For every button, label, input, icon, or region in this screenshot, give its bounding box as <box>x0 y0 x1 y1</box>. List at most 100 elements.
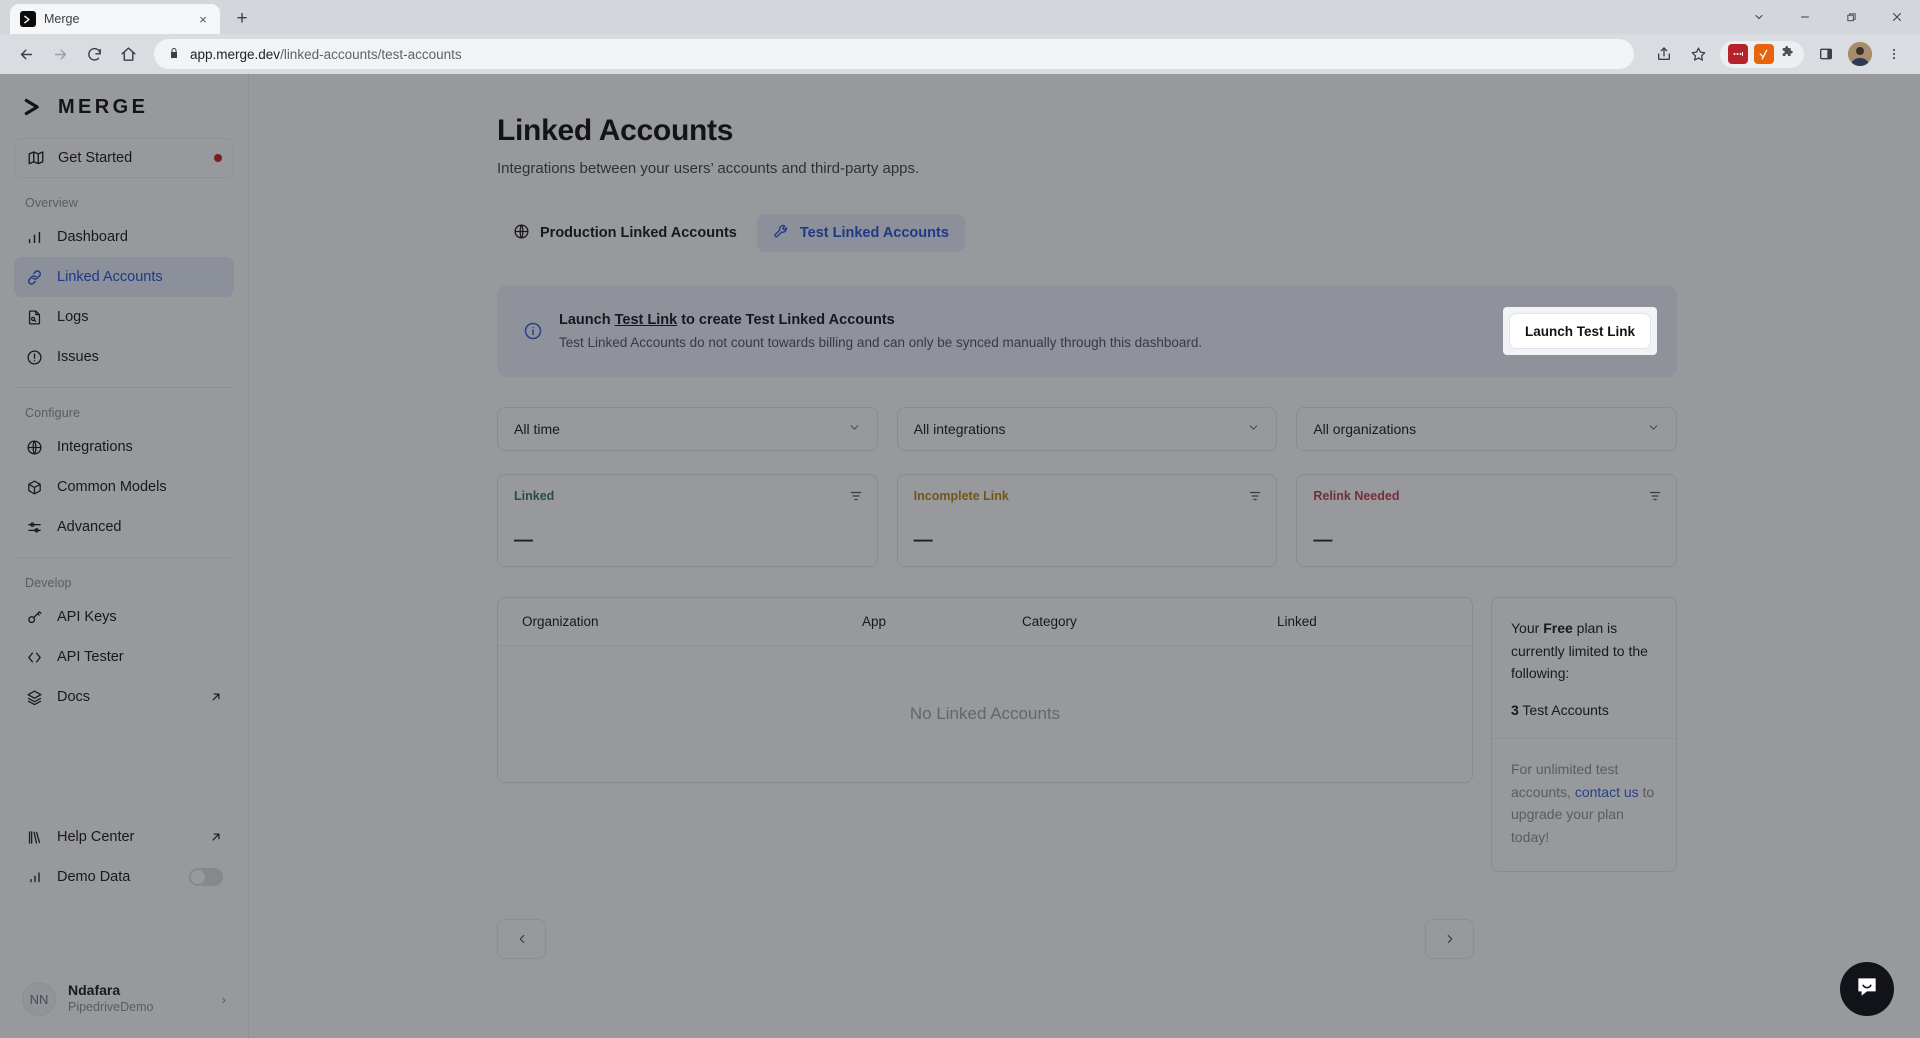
stat-card-relink-needed[interactable]: Relink Needed — <box>1296 474 1677 567</box>
close-icon[interactable]: × <box>194 10 212 28</box>
stat-card-label: Linked <box>514 489 861 503</box>
address-bar[interactable]: app.merge.dev/linked-accounts/test-accou… <box>154 39 1634 69</box>
plan-name: Free <box>1543 620 1573 636</box>
lock-icon <box>168 47 180 62</box>
extension-red[interactable] <box>1728 44 1748 64</box>
stat-card-value: — <box>1313 530 1332 552</box>
page-title: Linked Accounts <box>497 114 1677 148</box>
sidebar-item-logs[interactable]: Logs <box>14 297 234 337</box>
organization-filter-select[interactable]: All organizations <box>1296 407 1677 451</box>
external-link-icon <box>209 690 223 704</box>
plan-upgrade-text: For unlimited test accounts, contact us … <box>1511 739 1657 871</box>
column-header-category[interactable]: Category <box>1022 614 1277 629</box>
sidebar-item-docs[interactable]: Docs <box>14 677 234 717</box>
sidebar-item-api-keys[interactable]: API Keys <box>14 597 234 637</box>
table-empty-state: No Linked Accounts <box>498 646 1472 782</box>
column-header-app[interactable]: App <box>862 614 1022 629</box>
tab-production-linked-accounts[interactable]: Production Linked Accounts <box>497 214 753 252</box>
sidebar-item-help-center[interactable]: Help Center <box>14 817 234 857</box>
intercom-message-icon <box>1854 974 1880 1005</box>
brand-logo[interactable]: MERGE <box>14 74 234 138</box>
integration-filter-select[interactable]: All integrations <box>897 407 1278 451</box>
merge-logo-icon <box>20 11 36 27</box>
column-header-linked[interactable]: Linked <box>1277 614 1448 629</box>
stat-card-linked[interactable]: Linked — <box>497 474 878 567</box>
close-window-icon[interactable] <box>1874 0 1920 34</box>
chevron-down-icon <box>1247 421 1260 437</box>
sidebar-item-advanced[interactable]: Advanced <box>14 507 234 547</box>
banner-title: Launch Test Link to create Test Linked A… <box>559 312 1202 328</box>
chat-widget-button[interactable] <box>1840 962 1894 1016</box>
chevron-right-icon: › <box>222 992 226 1007</box>
filter-icon[interactable] <box>849 489 863 508</box>
sidebar-item-issues[interactable]: Issues <box>14 337 234 377</box>
user-name: Ndafara <box>68 982 153 999</box>
tab-strip: Merge × + <box>0 0 1920 34</box>
sidebar-item-label: Issues <box>57 349 99 365</box>
side-panel-icon[interactable] <box>1810 38 1842 70</box>
puzzle-extensions-icon[interactable] <box>1780 44 1796 65</box>
next-page-button[interactable] <box>1425 919 1474 959</box>
sidebar-item-get-started[interactable]: Get Started <box>14 138 234 178</box>
test-link-link[interactable]: Test Link <box>615 312 678 328</box>
chrome-menu-icon[interactable] <box>1878 38 1910 70</box>
chevron-down-icon[interactable] <box>1736 0 1782 34</box>
plan-count-label: Test Accounts <box>1519 702 1609 718</box>
previous-page-button[interactable] <box>497 919 546 959</box>
launch-test-link-button[interactable]: Launch Test Link <box>1509 313 1651 349</box>
browser-tab[interactable]: Merge × <box>10 4 220 34</box>
share-icon[interactable] <box>1648 38 1680 70</box>
extension-orange[interactable] <box>1754 44 1774 64</box>
sidebar-item-label: Advanced <box>57 519 122 535</box>
sidebar-item-common-models[interactable]: Common Models <box>14 467 234 507</box>
alert-circle-icon <box>25 348 44 367</box>
tab-test-linked-accounts[interactable]: Test Linked Accounts <box>757 214 965 252</box>
stat-card-incomplete-link[interactable]: Incomplete Link — <box>897 474 1278 567</box>
demo-data-toggle[interactable] <box>189 868 223 886</box>
file-search-icon <box>25 308 44 327</box>
sidebar-item-dashboard[interactable]: Dashboard <box>14 217 234 257</box>
url-path: /linked-accounts/test-accounts <box>280 47 462 62</box>
time-filter-select[interactable]: All time <box>497 407 878 451</box>
sidebar-item-demo-data[interactable]: Demo Data <box>14 857 234 897</box>
sidebar-section-configure-label: Configure <box>14 388 234 427</box>
maximize-icon[interactable] <box>1828 0 1874 34</box>
filter-icon[interactable] <box>1648 489 1662 508</box>
stat-card-value: — <box>914 530 933 552</box>
column-header-organization[interactable]: Organization <box>522 614 862 629</box>
forward-icon[interactable] <box>44 38 76 70</box>
page-subtitle: Integrations between your users’ account… <box>497 160 1677 177</box>
extensions-group <box>1720 41 1804 68</box>
tab-label: Production Linked Accounts <box>540 225 737 241</box>
profile-avatar[interactable] <box>1844 38 1876 70</box>
layers-icon <box>25 688 44 707</box>
new-tab-button[interactable]: + <box>228 5 256 33</box>
sidebar-item-linked-accounts[interactable]: Linked Accounts <box>14 257 234 297</box>
sidebar-item-integrations[interactable]: Integrations <box>14 427 234 467</box>
url-host: app.merge.dev <box>190 47 280 62</box>
filter-icon[interactable] <box>1248 489 1262 508</box>
sidebar-item-label: Common Models <box>57 479 167 495</box>
sidebar-item-api-tester[interactable]: API Tester <box>14 637 234 677</box>
plan-count-value: 3 <box>1511 702 1519 718</box>
reload-icon[interactable] <box>78 38 110 70</box>
sidebar-item-label: Logs <box>57 309 88 325</box>
pagination <box>497 919 1474 959</box>
sidebar-item-label: Demo Data <box>57 869 130 885</box>
minimize-icon[interactable] <box>1782 0 1828 34</box>
organization-filter-value: All organizations <box>1313 421 1416 437</box>
sidebar-item-label: API Tester <box>57 649 124 665</box>
book-icon <box>25 828 44 847</box>
contact-us-link[interactable]: contact us <box>1575 784 1639 800</box>
bar-chart-small-icon <box>25 868 44 887</box>
browser-window: Merge × + <box>0 0 1920 1038</box>
stat-cards-row: Linked — Incomplete Link — <box>497 474 1677 567</box>
user-profile-row[interactable]: NN Ndafara PipedriveDemo › <box>14 968 234 1038</box>
banner-title-before: Launch <box>559 312 615 328</box>
bookmark-star-icon[interactable] <box>1682 38 1714 70</box>
plan-test-accounts-limit: 3 Test Accounts <box>1511 702 1657 718</box>
sidebar-item-label: Integrations <box>57 439 133 455</box>
info-banner: Launch Test Link to create Test Linked A… <box>497 285 1677 377</box>
back-icon[interactable] <box>10 38 42 70</box>
home-icon[interactable] <box>112 38 144 70</box>
